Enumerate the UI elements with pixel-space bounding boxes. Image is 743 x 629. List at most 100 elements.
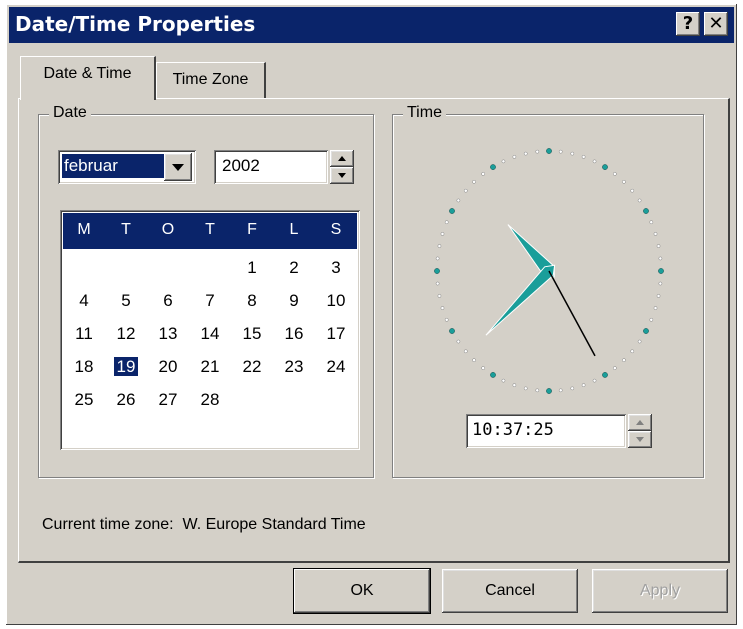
clock-minute-mark xyxy=(581,383,586,387)
time-group-label: Time xyxy=(403,104,446,122)
clock-minute-mark xyxy=(444,220,449,225)
cancel-button[interactable]: Cancel xyxy=(442,569,578,613)
clock-minute-mark xyxy=(472,179,476,184)
month-value: februar xyxy=(62,154,164,178)
year-down-button[interactable] xyxy=(330,167,354,184)
year-field[interactable]: 2002 xyxy=(214,150,328,184)
time-up-button[interactable] xyxy=(628,414,652,431)
clock-minute-mark xyxy=(501,378,506,383)
clock-minute-mark xyxy=(656,244,661,248)
window-title: Date/Time Properties xyxy=(15,12,256,36)
calendar-day[interactable]: 21 xyxy=(189,351,231,383)
clock-minute-mark xyxy=(581,155,586,159)
clock-minute-mark xyxy=(612,366,617,370)
clock-minute-mark xyxy=(440,232,445,236)
calendar-day[interactable]: 16 xyxy=(273,318,315,350)
date-group-label: Date xyxy=(49,104,91,122)
clock-hour-mark xyxy=(546,148,552,154)
clock-minute-mark xyxy=(456,339,461,344)
tab-date-time-label: Date & Time xyxy=(43,65,132,82)
calendar-day[interactable]: 17 xyxy=(315,318,357,350)
calendar-day[interactable]: 14 xyxy=(189,318,231,350)
calendar-day[interactable]: 20 xyxy=(147,351,189,383)
calendar-day[interactable]: 6 xyxy=(147,285,189,317)
calendar-day[interactable]: 12 xyxy=(105,318,147,350)
title-bar[interactable]: Date/Time Properties ? ✕ xyxy=(9,7,734,43)
calendar-day[interactable]: 10 xyxy=(315,285,357,317)
calendar-day[interactable]: 19 xyxy=(105,351,147,383)
calendar-day[interactable]: 25 xyxy=(63,384,105,416)
clock-minute-mark xyxy=(512,383,517,387)
clock-minute-mark xyxy=(649,317,654,322)
calendar-day[interactable]: 4 xyxy=(63,285,105,317)
clock-minute-mark xyxy=(481,366,486,370)
year-spinner[interactable] xyxy=(330,150,354,184)
calendar-day[interactable]: 24 xyxy=(315,351,357,383)
arrow-up-icon xyxy=(636,420,644,425)
calendar-day[interactable]: 2 xyxy=(273,252,315,284)
weekday-header: S xyxy=(330,221,342,238)
tab-time-zone[interactable]: Time Zone xyxy=(156,62,266,98)
analog-clock xyxy=(434,148,664,394)
tab-time-zone-label: Time Zone xyxy=(172,71,249,88)
chevron-down-icon xyxy=(172,164,184,171)
close-button[interactable]: ✕ xyxy=(704,12,728,36)
clock-minute-mark xyxy=(658,256,663,261)
clock-hour-mark xyxy=(658,268,664,274)
clock-hour-mark xyxy=(602,164,608,170)
calendar[interactable]: MTOTFLS 1 2 3 4 5 6 7 8 9 10 11 12 13 14 15 16 17 18 19 20 2… xyxy=(60,210,360,450)
calendar-day[interactable]: 7 xyxy=(189,285,231,317)
month-dropdown[interactable]: februar xyxy=(58,150,196,184)
apply-button[interactable]: Apply xyxy=(592,569,728,613)
clock-minute-mark xyxy=(570,386,575,391)
calendar-day[interactable]: 5 xyxy=(105,285,147,317)
calendar-day[interactable]: 26 xyxy=(105,384,147,416)
time-field[interactable]: 10:37:25 xyxy=(466,414,626,448)
ok-button[interactable]: OK xyxy=(294,569,430,613)
calendar-day[interactable]: 22 xyxy=(231,351,273,383)
help-button[interactable]: ? xyxy=(676,12,700,36)
arrow-down-icon xyxy=(338,173,346,178)
calendar-day[interactable]: 13 xyxy=(147,318,189,350)
weekday-header: T xyxy=(205,221,215,238)
clock-minute-mark xyxy=(637,198,642,203)
calendar-day[interactable]: 28 xyxy=(189,384,231,416)
date-time-properties-dialog: Date/Time Properties ? ✕ Date & Time Tim… xyxy=(6,4,737,625)
clock-minute-mark xyxy=(653,232,658,236)
calendar-day[interactable]: 3 xyxy=(315,252,357,284)
calendar-day[interactable]: 9 xyxy=(273,285,315,317)
clock-minute-mark xyxy=(501,159,506,164)
year-up-button[interactable] xyxy=(330,150,354,167)
tab-date-time[interactable]: Date & Time xyxy=(20,56,156,100)
clock-second-hand xyxy=(548,270,596,357)
clock-hour-mark xyxy=(449,208,455,214)
weekday-header: M xyxy=(77,221,91,238)
time-down-button[interactable] xyxy=(628,431,652,448)
clock-hour-mark xyxy=(434,268,440,274)
clock-minute-mark xyxy=(656,294,661,298)
calendar-day[interactable]: 15 xyxy=(231,318,273,350)
calendar-day[interactable]: 11 xyxy=(63,318,105,350)
clock-minute-mark xyxy=(444,317,449,322)
calendar-day[interactable]: 23 xyxy=(273,351,315,383)
clock-minute-hand xyxy=(485,264,556,336)
calendar-header: MTOTFLS xyxy=(63,213,357,249)
time-spinner[interactable] xyxy=(628,414,652,448)
calendar-day[interactable]: 27 xyxy=(147,384,189,416)
arrow-down-icon xyxy=(636,437,644,442)
clock-minute-mark xyxy=(612,172,617,176)
calendar-day[interactable]: 1 xyxy=(231,252,273,284)
clock-minute-mark xyxy=(523,151,528,156)
clock-minute-mark xyxy=(435,281,440,286)
time-value: 10:37:25 xyxy=(472,420,554,440)
calendar-day[interactable]: 8 xyxy=(231,285,273,317)
year-value: 2002 xyxy=(222,156,260,175)
clock-hour-mark xyxy=(643,208,649,214)
month-dropdown-button[interactable] xyxy=(164,153,192,181)
clock-minute-mark xyxy=(440,306,445,310)
clock-minute-mark xyxy=(637,339,642,344)
calendar-day[interactable]: 18 xyxy=(63,351,105,383)
clock-minute-mark xyxy=(456,198,461,203)
clock-minute-mark xyxy=(622,358,626,363)
current-time-zone: Current time zone: W. Europe Standard Ti… xyxy=(42,516,366,534)
